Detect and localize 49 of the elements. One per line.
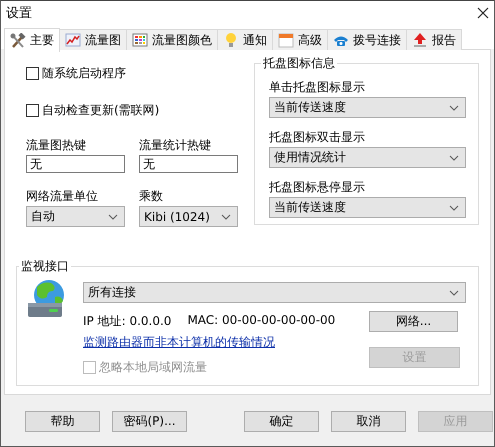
interface-dropdown[interactable]: 所有连接 [83, 282, 466, 303]
cancel-button[interactable]: 取消 [331, 411, 406, 432]
tray-dropdown[interactable]: 当前传送速度 [268, 197, 466, 218]
field-label: 流量图热键 [26, 137, 87, 153]
multiplier-dropdown[interactable]: Kibi (1024) [139, 206, 238, 227]
router-link[interactable]: 监测路由器而非本计算机的传输情况 [83, 335, 275, 349]
auto-update-checkbox[interactable]: 自动检查更新(需联网) [26, 102, 160, 119]
globe-server-icon [27, 279, 67, 319]
tab[interactable]: 流量图 [59, 29, 127, 50]
tab[interactable]: 拨号连接 [327, 29, 407, 50]
ok-button[interactable]: 确定 [244, 411, 319, 432]
light-bulb-icon [223, 32, 239, 48]
field-label: 流量统计热键 [139, 137, 212, 153]
chevron-icon [449, 154, 459, 162]
chevron-icon [449, 204, 459, 212]
network-button[interactable]: 网络... [369, 311, 458, 332]
tray-dropdown[interactable]: 使用情况统计 [268, 147, 466, 168]
chevron-icon [108, 212, 118, 220]
hotkey-field[interactable]: 无 [139, 155, 238, 173]
field-label: 托盘图标双击显示 [268, 129, 366, 145]
mac-address: MAC: 00-00-00-00-00-00 [187, 313, 336, 329]
close-icon[interactable] [476, 6, 490, 20]
chevron-icon [221, 212, 231, 220]
hotkey-field[interactable]: 无 [26, 155, 125, 173]
ip-address: IP 地址: 0.0.0.0 [83, 313, 172, 330]
tab[interactable]: 报告 [406, 29, 462, 50]
calendar-icon [278, 32, 294, 48]
startup-checkbox[interactable]: 随系统启动程序 [26, 65, 126, 82]
color-grid-icon [132, 32, 148, 48]
upload-arrow-icon [412, 32, 428, 48]
tab[interactable]: 流量图颜色 [126, 29, 218, 50]
tab[interactable]: 高级 [272, 29, 328, 50]
field-label: 单击托盘图标显示 [268, 79, 366, 95]
group-title: 监视接口 [20, 258, 70, 275]
group-title: 托盘图标信息 [262, 55, 336, 72]
chevron-icon [449, 104, 459, 112]
unit-dropdown[interactable]: 自动 [26, 206, 125, 227]
window-title: 设置 [6, 5, 32, 22]
tab[interactable]: 主要 [4, 28, 60, 52]
field-label: 网络流量单位 [26, 188, 99, 204]
password-button[interactable]: 密码(P)... [112, 411, 187, 432]
field-label: 乘数 [139, 188, 164, 204]
help-button[interactable]: 帮助 [25, 411, 100, 432]
tab[interactable]: 通知 [217, 29, 273, 50]
field-label: 托盘图标悬停显示 [268, 179, 366, 195]
chevron-icon [449, 288, 459, 296]
tools-icon [10, 32, 26, 48]
tray-dropdown[interactable]: 当前传送速度 [268, 97, 466, 118]
line-chart-icon [65, 32, 81, 48]
